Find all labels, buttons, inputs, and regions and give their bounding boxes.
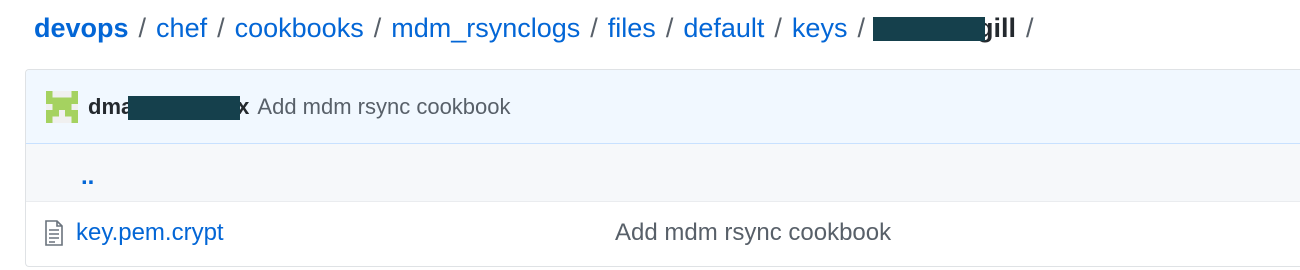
- file-name-link[interactable]: key.pem.crypt: [76, 219, 224, 247]
- breadcrumb-item-files[interactable]: files: [608, 13, 656, 44]
- breadcrumb-separator: /: [590, 12, 598, 43]
- commit-message-link[interactable]: Add mdm rsync cookbook: [257, 94, 510, 120]
- breadcrumb: devops / chef / cookbooks / mdm_rsynclog…: [34, 8, 1034, 48]
- avatar-icon[interactable]: [46, 90, 78, 123]
- file-browser: dmarkeycloudx Add mdm rsync cookbook .. …: [25, 69, 1300, 267]
- breadcrumb-separator: /: [373, 12, 382, 43]
- breadcrumb-separator: /: [774, 12, 782, 43]
- breadcrumb-root-devops[interactable]: devops: [34, 13, 129, 44]
- breadcrumb-separator: /: [857, 12, 865, 43]
- breadcrumb-separator: /: [665, 12, 674, 43]
- latest-commit-bar: dmarkeycloudx Add mdm rsync cookbook: [26, 70, 1300, 144]
- commit-author-link[interactable]: dmarkeycloudx: [88, 94, 249, 120]
- breadcrumb-item-chef[interactable]: chef: [156, 13, 207, 44]
- file-text-icon: [45, 220, 63, 246]
- breadcrumb-separator: /: [138, 12, 147, 43]
- breadcrumb-item-default[interactable]: default: [683, 13, 764, 44]
- breadcrumb-item-keys[interactable]: keys: [792, 13, 848, 44]
- breadcrumb-separator: /: [217, 12, 225, 43]
- breadcrumb-current-folder: dev_cargill: [872, 13, 1016, 44]
- file-commit-message-link[interactable]: Add mdm rsync cookbook: [615, 219, 891, 247]
- breadcrumb-item-cookbooks[interactable]: cookbooks: [235, 13, 364, 44]
- parent-directory-link[interactable]: ..: [81, 163, 94, 191]
- redaction-mark: [872, 16, 985, 41]
- breadcrumb-separator: /: [1026, 12, 1034, 43]
- file-row[interactable]: key.pem.crypt Add mdm rsync cookbook: [26, 202, 1300, 264]
- parent-directory-row[interactable]: ..: [26, 144, 1300, 202]
- redaction-mark: [128, 95, 240, 120]
- breadcrumb-item-mdm-rsynclogs[interactable]: mdm_rsynclogs: [391, 13, 580, 44]
